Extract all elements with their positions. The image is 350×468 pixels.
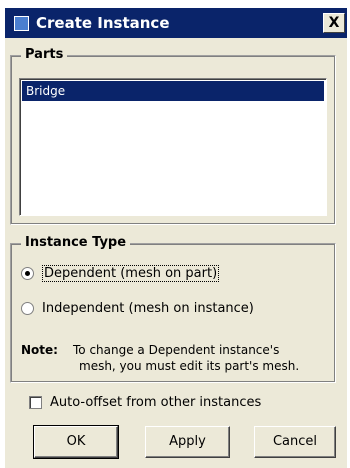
note-line-2: mesh, you must edit its part's mesh. (79, 359, 300, 373)
instance-type-legend: Instance Type (21, 235, 131, 250)
radio-dependent[interactable]: Dependent (mesh on part) (21, 263, 220, 283)
parts-legend: Parts (21, 47, 68, 62)
close-button[interactable]: X (323, 13, 345, 33)
cancel-button[interactable]: Cancel (254, 426, 336, 458)
parts-list[interactable]: Bridge (19, 78, 327, 216)
dialog-title: Create Instance (36, 14, 170, 32)
window-icon (14, 16, 29, 31)
list-item[interactable]: Bridge (22, 81, 324, 101)
radio-dependent-indicator[interactable] (21, 266, 34, 280)
title-bar[interactable]: Create Instance X (5, 8, 347, 38)
radio-independent-label[interactable]: Independent (mesh on instance) (42, 301, 254, 316)
auto-offset-label[interactable]: Auto-offset from other instances (50, 395, 261, 410)
auto-offset-checkbox-row[interactable]: Auto-offset from other instances (29, 392, 261, 412)
ok-button[interactable]: OK (33, 425, 119, 459)
radio-dependent-label[interactable]: Dependent (mesh on part) (42, 264, 220, 282)
auto-offset-checkbox[interactable] (29, 395, 42, 409)
radio-independent-indicator[interactable] (21, 301, 34, 315)
note-line-1: To change a Dependent instance's (73, 343, 280, 357)
note-label: Note: (21, 343, 58, 357)
radio-independent[interactable]: Independent (mesh on instance) (21, 298, 254, 318)
apply-button[interactable]: Apply (145, 426, 230, 458)
